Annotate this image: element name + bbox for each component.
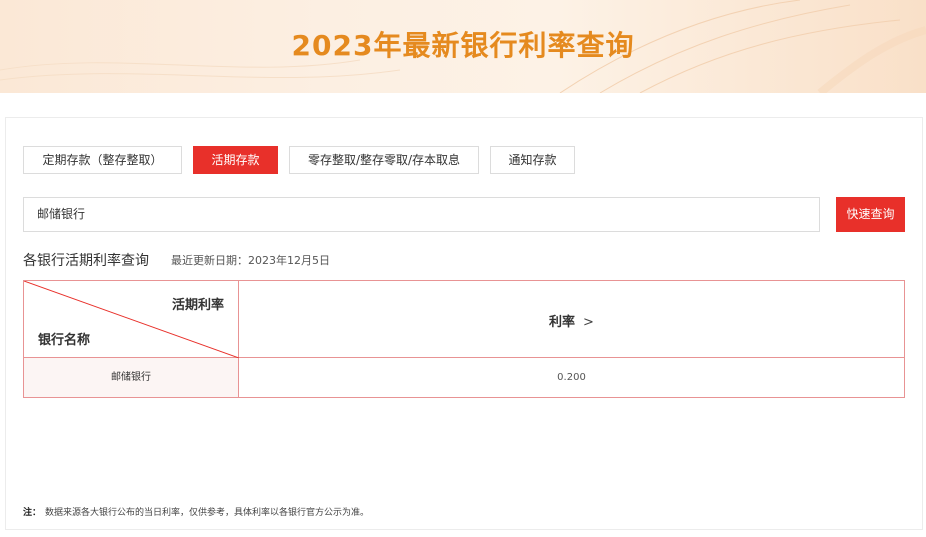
rate-table: 活期利率 银行名称 利率 > 邮储银行 0.200 — [23, 280, 905, 398]
disclaimer-note: 注： 数据来源各大银行公布的当日利率，仅供参考，具体利率以各银行官方公示为准。 — [23, 505, 369, 518]
diagonal-header-cell: 活期利率 银行名称 — [24, 281, 239, 358]
rate-column-header[interactable]: 利率 > — [239, 281, 904, 358]
table-cell-bank: 邮储银行 — [24, 358, 239, 397]
note-text: 数据来源各大银行公布的当日利率，仅供参考，具体利率以各银行官方公示为准。 — [45, 508, 370, 518]
header-bank-name: 银行名称 — [38, 333, 91, 348]
rate-query-panel: 定期存款（整存整取） 活期存款 零存整取/整存零取/存本取息 通知存款 邮储银行… — [5, 117, 923, 530]
tab-installment-deposit[interactable]: 零存整取/整存零取/存本取息 — [289, 146, 479, 174]
rate-header-content: 利率 > — [239, 311, 904, 330]
tab-demand-deposit[interactable]: 活期存款 — [193, 146, 278, 174]
page-title: 2023年最新银行利率查询 — [291, 29, 635, 62]
header-demand-rate: 活期利率 — [171, 298, 224, 313]
banner: 2023年最新银行利率查询 — [0, 0, 926, 93]
chevron-right-icon[interactable]: > — [583, 315, 594, 330]
rate-header-label: 利率 — [549, 315, 576, 330]
tab-fixed-deposit[interactable]: 定期存款（整存整取） — [23, 146, 182, 174]
bank-search-input[interactable]: 邮储银行 — [23, 197, 820, 232]
quick-search-button[interactable]: 快速查询 — [836, 197, 905, 232]
table-cell-rate: 0.200 — [557, 372, 586, 383]
last-update-date: 最近更新日期：2023年12月5日 — [171, 254, 330, 267]
section-title: 各银行活期利率查询 — [23, 253, 149, 269]
note-label: 注： — [23, 508, 42, 518]
tab-notice-deposit[interactable]: 通知存款 — [490, 146, 575, 174]
